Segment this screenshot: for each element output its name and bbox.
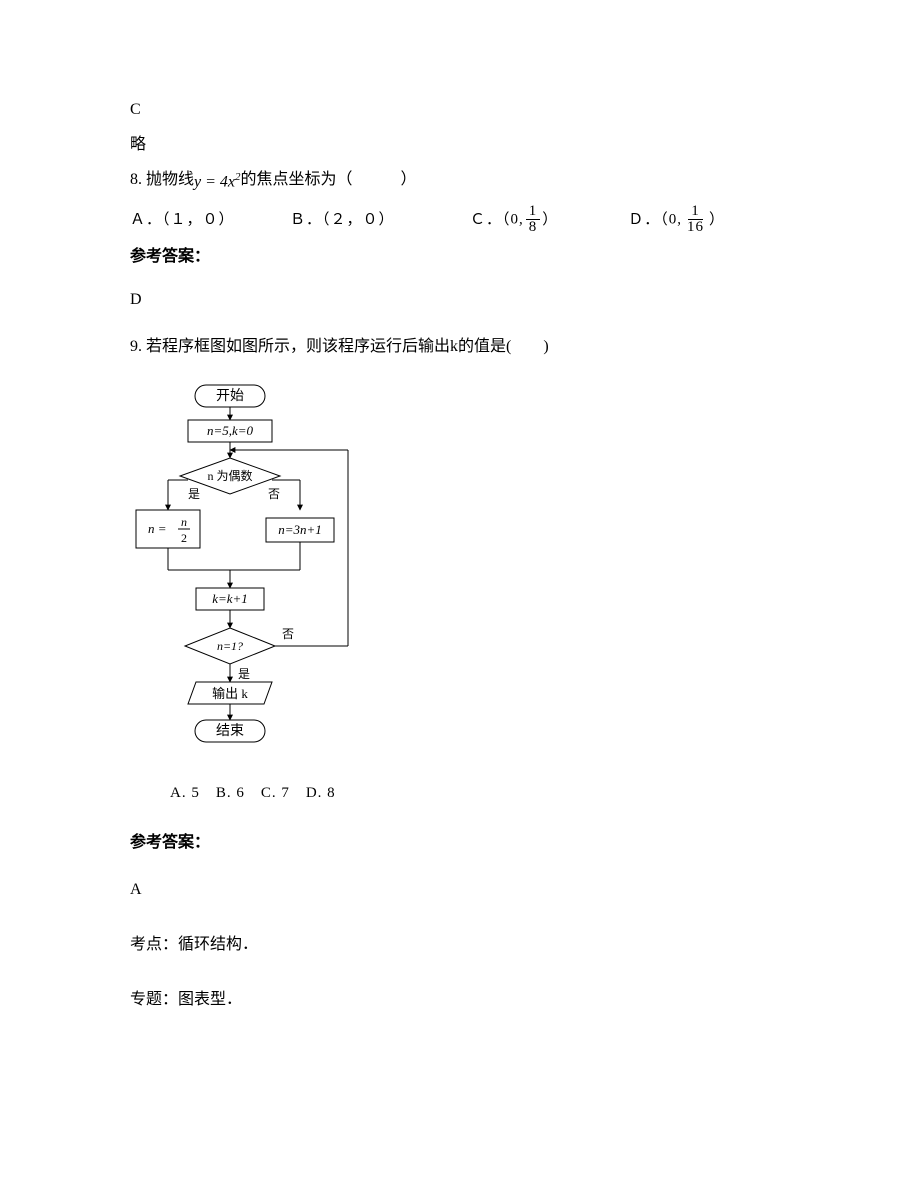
q8-d-suffix: ） [709, 207, 725, 234]
flow-cond2: n=1? [217, 639, 243, 653]
flowchart-svg: 开始 n=5,k=0 n 为偶数 是 否 n = n 2 n=3n+1 k=k+… [130, 380, 360, 760]
q8-suffix: 的焦点坐标为（ ） [241, 166, 417, 195]
q8-x: x [228, 173, 235, 190]
q8-c-den: 8 [526, 220, 541, 236]
q8-c-num: 1 [526, 204, 541, 221]
q8-c-zero: 0, [511, 211, 524, 227]
q8-equation: y = 4x2 [194, 168, 241, 197]
q8-opt-d: Ｄ．（ 0,116 ） [628, 205, 725, 238]
flow-no-1: 否 [268, 487, 280, 501]
q8-opt-a: Ａ．（１，０） [130, 207, 290, 234]
flow-yes-1: 是 [188, 487, 200, 501]
q8-eq-sign: = [201, 173, 220, 190]
prev-omit: 略 [130, 131, 810, 160]
flow-cond1: n 为偶数 [207, 468, 252, 483]
q8-stem: 8. 抛物线 y = 4x2 的焦点坐标为（ ） [130, 166, 810, 195]
flow-kinc: k=k+1 [212, 591, 248, 606]
q8-ref-label: 参考答案： [130, 243, 810, 272]
q8-prefix: 8. 抛物线 [130, 166, 194, 195]
q9-topic: 考点：循环结构． [130, 931, 810, 960]
flow-start: 开始 [216, 388, 244, 404]
q8-pow: 2 [235, 171, 241, 183]
q8-d-zero: 0, [669, 211, 682, 227]
flow-output: 输出 k [212, 686, 248, 701]
flow-right: n=3n+1 [278, 522, 322, 537]
q9-special: 专题：图表型． [130, 986, 810, 1015]
flow-init: n=5,k=0 [207, 423, 254, 438]
flow-yes-2: 是 [238, 667, 250, 681]
q8-c-suffix: ） [542, 207, 558, 234]
prev-answer-c: C [130, 96, 810, 125]
flow-left-lhs: n = [148, 521, 167, 536]
q9-ref-label: 参考答案： [130, 829, 810, 858]
q8-d-den: 16 [684, 220, 707, 236]
q8-d-num: 1 [688, 204, 703, 221]
q8-d-prefix: Ｄ．（ [628, 207, 669, 234]
q8-c-frac: 18 [526, 204, 541, 237]
q8-coef: 4 [220, 173, 228, 190]
q9-answer: A [130, 876, 810, 905]
q9-flowchart: 开始 n=5,k=0 n 为偶数 是 否 n = n 2 n=3n+1 k=k+… [130, 380, 810, 771]
q8-options: Ａ．（１，０） Ｂ．（２，０） Ｃ．（ 0,18 ） Ｄ．（ 0,116 ） [130, 205, 810, 238]
q8-c-prefix: Ｃ．（ [470, 207, 511, 234]
flow-no-2: 否 [282, 627, 294, 641]
q8-d-frac: 116 [684, 204, 707, 237]
flow-end: 结束 [216, 723, 244, 739]
flow-left-num: n [181, 515, 187, 529]
q8-opt-b: Ｂ．（２，０） [290, 207, 470, 234]
flow-left-den: 2 [181, 531, 187, 545]
q8-opt-c: Ｃ．（ 0,18 ） [470, 205, 558, 238]
q9-stem: 9. 若程序框图如图所示，则该程序运行后输出k的值是( ) [130, 333, 810, 362]
q8-answer: D [130, 286, 810, 315]
q9-options: A. 5 B. 6 C. 7 D. 8 [170, 780, 810, 807]
